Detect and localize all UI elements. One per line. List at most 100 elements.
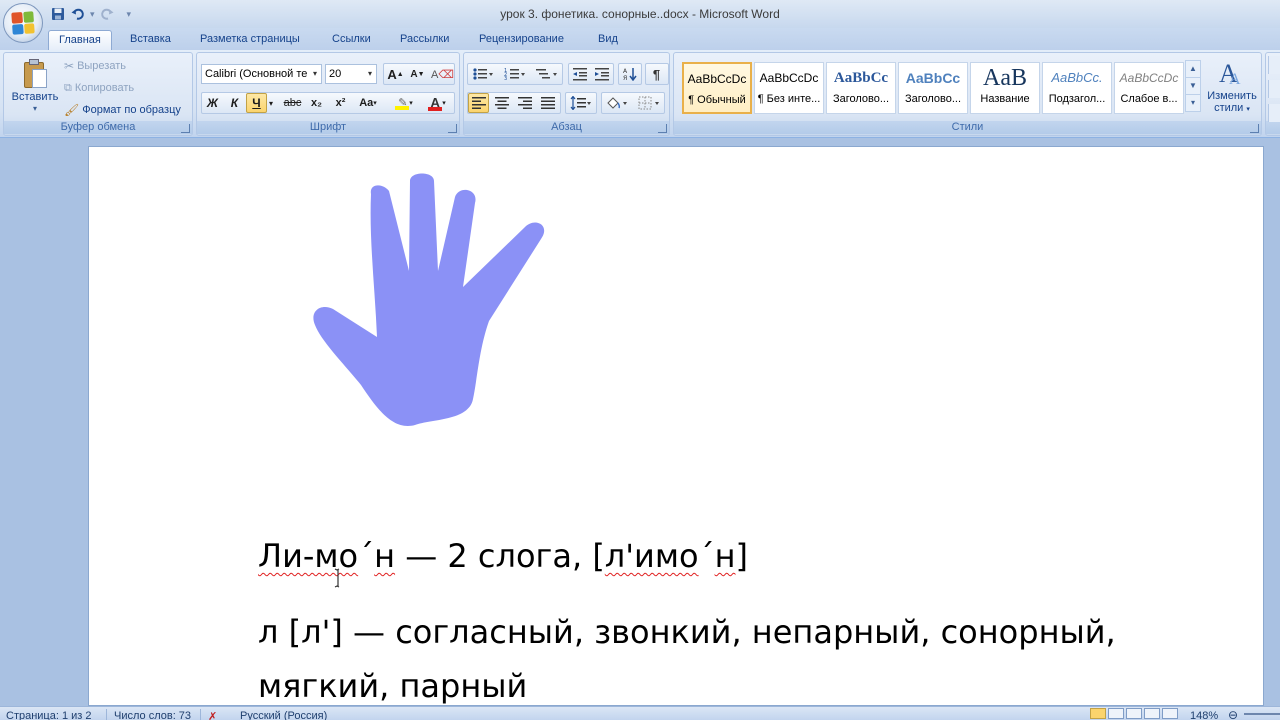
align-center-button[interactable] xyxy=(491,93,512,113)
align-right-button[interactable] xyxy=(514,93,535,113)
print-layout-view-icon[interactable] xyxy=(1090,708,1106,719)
style-no-spacing[interactable]: AaBbCcDc ¶ Без инте... xyxy=(754,62,824,114)
change-case-button[interactable]: Aa ▾ xyxy=(355,93,381,113)
style-subtle-emphasis[interactable]: AaBbCcDc Слабое в... xyxy=(1114,62,1184,114)
undo-dropdown-icon[interactable]: ▾ xyxy=(90,9,95,20)
clear-formatting-button[interactable]: A⌫ xyxy=(431,64,454,84)
style-normal[interactable]: AaBbCcDc ¶ Обычный xyxy=(682,62,752,114)
tab-review[interactable]: Рецензирование xyxy=(469,30,574,50)
outline-view-icon[interactable] xyxy=(1144,708,1160,719)
show-formatting-marks-button[interactable]: ¶ xyxy=(646,64,667,84)
undo-icon[interactable] xyxy=(70,6,86,22)
ribbon: Вставить ▾ ✂ Вырезать ⧉ Копировать 🖌 Фор… xyxy=(0,50,1280,138)
decrease-indent-button[interactable] xyxy=(569,64,590,84)
copy-button[interactable]: ⧉ Копировать xyxy=(64,78,134,98)
proofing-error-icon[interactable]: ✗ xyxy=(208,710,217,720)
borders-button[interactable] xyxy=(634,93,664,113)
style-sample: AaBbCc. xyxy=(1051,70,1103,85)
style-sample: AaBbCc xyxy=(833,70,889,86)
tab-view[interactable]: Вид xyxy=(588,30,628,50)
italic-icon: К xyxy=(230,96,239,110)
document-page[interactable]: Ли-мо´н — 2 слога, [л'имо´н] л [л'] — со… xyxy=(88,146,1264,706)
justify-button[interactable] xyxy=(537,93,558,113)
transcription-end[interactable]: н xyxy=(715,537,736,575)
increase-indent-button[interactable] xyxy=(591,64,612,84)
zoom-level[interactable]: 148% xyxy=(1190,710,1218,720)
full-screen-view-icon[interactable] xyxy=(1108,708,1124,719)
style-title[interactable]: AaB Название xyxy=(970,62,1040,114)
font-name-input[interactable]: Calibri (Основной те ▾ xyxy=(201,64,322,84)
font-size-dropdown-icon[interactable]: ▾ xyxy=(365,66,375,82)
increase-indent-icon xyxy=(594,68,609,81)
language-indicator[interactable]: Русский (Россия) xyxy=(240,710,327,720)
font-group-label: Шрифт xyxy=(197,121,459,134)
office-button[interactable] xyxy=(3,3,43,43)
redo-icon[interactable] xyxy=(99,6,115,22)
doc-line-2[interactable]: л [л'] — согласный, звонкий, непарный, с… xyxy=(258,613,1116,651)
gallery-down-icon[interactable]: ▼ xyxy=(1186,78,1200,95)
status-divider xyxy=(106,709,107,720)
italic-button[interactable]: К xyxy=(224,93,245,113)
tab-references[interactable]: Ссылки xyxy=(322,30,381,50)
misspelled-word-end[interactable]: н xyxy=(374,537,395,575)
clipboard-launcher-icon[interactable] xyxy=(181,124,190,133)
web-layout-view-icon[interactable] xyxy=(1126,708,1142,719)
save-icon[interactable] xyxy=(50,6,66,22)
format-painter-button[interactable]: 🖌 Формат по образцу xyxy=(64,100,181,120)
style-subtitle[interactable]: AaBbCc. Подзагол... xyxy=(1042,62,1112,114)
tab-page-layout[interactable]: Разметка страницы xyxy=(190,30,310,50)
subscript-icon: x₂ xyxy=(310,97,322,109)
draft-view-icon[interactable] xyxy=(1162,708,1178,719)
replace-icon[interactable] xyxy=(1268,80,1280,98)
doc-text: — 2 слога, [ xyxy=(395,537,605,575)
font-launcher-icon[interactable] xyxy=(448,124,457,133)
gallery-up-icon[interactable]: ▲ xyxy=(1186,61,1200,78)
tab-mailings[interactable]: Рассылки xyxy=(390,30,459,50)
doc-line-1[interactable]: Ли-мо´н — 2 слога, [л'имо´н] xyxy=(258,537,748,575)
cut-button[interactable]: ✂ Вырезать xyxy=(64,56,126,76)
misspelled-word[interactable]: Ли-мо xyxy=(258,537,358,575)
styles-launcher-icon[interactable] xyxy=(1250,124,1259,133)
doc-line-3[interactable]: мягкий, парный xyxy=(258,667,527,705)
numbering-button[interactable]: 123 xyxy=(500,64,530,84)
status-divider xyxy=(200,709,201,720)
bold-button[interactable]: Ж xyxy=(202,93,223,113)
transcription[interactable]: л'имо xyxy=(605,537,699,575)
tab-insert[interactable]: Вставка xyxy=(120,30,181,50)
tab-home[interactable]: Главная xyxy=(48,30,112,50)
underline-dropdown-icon[interactable]: ▾ xyxy=(266,93,276,113)
zoom-out-icon[interactable]: ⊖ xyxy=(1228,708,1238,720)
hand-image[interactable] xyxy=(311,169,567,427)
paragraph-launcher-icon[interactable] xyxy=(658,124,667,133)
highlight-button[interactable]: ✎ ▾ xyxy=(390,93,418,113)
word-count[interactable]: Число слов: 73 xyxy=(114,710,191,720)
shading-button[interactable] xyxy=(602,93,632,113)
subscript-button[interactable]: x₂ xyxy=(306,93,327,113)
paste-button[interactable]: Вставить ▾ xyxy=(10,57,60,119)
font-name-dropdown-icon[interactable]: ▾ xyxy=(310,66,320,82)
stress-mark: ´ xyxy=(698,537,715,575)
find-icon[interactable] xyxy=(1268,56,1280,74)
stress-mark: ´ xyxy=(358,537,375,575)
shrink-font-button[interactable]: A ▼ xyxy=(407,64,428,84)
sort-button[interactable]: AЯ xyxy=(619,64,640,84)
underline-button[interactable]: Ч xyxy=(246,93,267,113)
style-heading-1[interactable]: AaBbCc Заголово... xyxy=(826,62,896,114)
grow-font-button[interactable]: A ▲ xyxy=(385,64,406,84)
select-icon[interactable] xyxy=(1268,104,1280,122)
superscript-button[interactable]: x² xyxy=(330,93,351,113)
change-styles-button[interactable]: AA Изменить стили ▾ xyxy=(1204,57,1260,123)
font-size-input[interactable]: 20 ▾ xyxy=(325,64,377,84)
zoom-slider[interactable] xyxy=(1244,713,1280,715)
bullets-button[interactable] xyxy=(468,64,498,84)
gallery-more-icon[interactable]: ▾ xyxy=(1186,95,1200,112)
strikethrough-button[interactable]: abc xyxy=(282,93,303,113)
page-count[interactable]: Страница: 1 из 2 xyxy=(6,710,92,720)
style-heading-2[interactable]: AaBbCc Заголово... xyxy=(898,62,968,114)
multilevel-list-button[interactable] xyxy=(532,64,562,84)
customize-toolbar-icon[interactable]: ▾ xyxy=(127,9,132,20)
copy-label: Копировать xyxy=(74,82,135,94)
font-color-button[interactable]: A ▾ xyxy=(423,93,451,113)
align-left-button[interactable] xyxy=(468,93,489,113)
line-spacing-button[interactable] xyxy=(566,93,596,113)
